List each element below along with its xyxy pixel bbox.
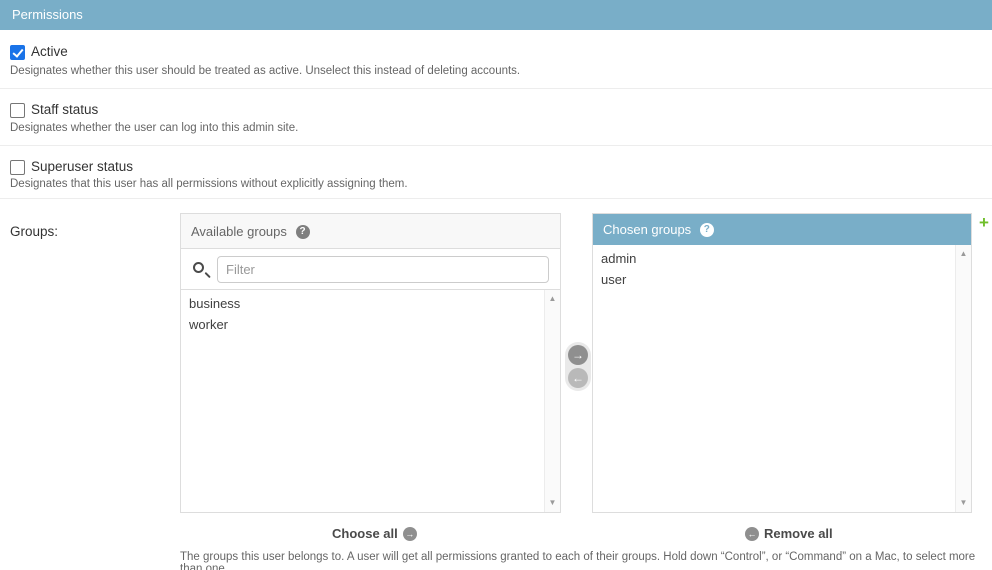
- available-groups-box: Available groups ? business worker ▲ ▼: [180, 213, 561, 513]
- available-groups-title: Available groups: [191, 224, 287, 239]
- filter-row: [181, 249, 560, 290]
- chosen-groups-box: Chosen groups ? admin user ▲ ▼: [592, 213, 972, 513]
- arrow-left-icon: ←: [572, 371, 584, 385]
- move-to-available-button[interactable]: ←: [568, 368, 588, 388]
- choose-all-button[interactable]: Choose all →: [332, 526, 417, 543]
- chosen-groups-list[interactable]: admin user ▲ ▼: [593, 245, 971, 512]
- chosen-groups-header: Chosen groups ?: [593, 214, 971, 245]
- list-item[interactable]: admin: [593, 245, 971, 269]
- filter-input[interactable]: [217, 256, 549, 283]
- staff-status-help-text: Designates whether the user can log into…: [10, 122, 298, 134]
- list-item[interactable]: business: [181, 290, 560, 314]
- add-group-icon[interactable]: +: [979, 214, 989, 231]
- remove-all-label: Remove all: [764, 526, 833, 541]
- groups-help-text: The groups this user belongs to. A user …: [180, 551, 992, 570]
- scroll-down-icon[interactable]: ▼: [545, 496, 560, 510]
- form-row-superuser-status: Superuser status Designates that this us…: [0, 146, 992, 199]
- form-row-staff-status: Staff status Designates whether the user…: [0, 89, 992, 146]
- arrow-right-icon: →: [572, 348, 584, 362]
- available-groups-header: Available groups ?: [181, 214, 560, 249]
- active-checkbox[interactable]: [10, 45, 25, 60]
- choose-all-arrow-icon: →: [403, 527, 417, 541]
- list-item[interactable]: worker: [181, 314, 560, 335]
- scroll-up-icon[interactable]: ▲: [545, 292, 560, 306]
- search-icon: [193, 262, 204, 273]
- selector-mover: → ←: [565, 342, 591, 391]
- remove-all-arrow-icon: ←: [745, 527, 759, 541]
- list-item[interactable]: user: [593, 269, 971, 290]
- active-label: Active: [31, 44, 68, 59]
- section-header: Permissions: [0, 0, 992, 30]
- superuser-status-help-text: Designates that this user has all permis…: [10, 178, 408, 190]
- available-groups-list[interactable]: business worker ▲ ▼: [181, 290, 560, 512]
- groups-field-label: Groups:: [10, 224, 58, 239]
- chosen-groups-help-icon[interactable]: ?: [700, 223, 714, 237]
- chosen-groups-title: Chosen groups: [603, 222, 691, 237]
- scroll-down-icon[interactable]: ▼: [956, 496, 971, 510]
- active-help-text: Designates whether this user should be t…: [10, 65, 520, 77]
- move-to-chosen-button[interactable]: →: [568, 345, 588, 365]
- choose-all-label: Choose all: [332, 526, 398, 541]
- superuser-status-label: Superuser status: [31, 159, 133, 174]
- superuser-status-checkbox[interactable]: [10, 160, 25, 175]
- form-row-active: Active Designates whether this user shou…: [0, 31, 992, 89]
- staff-status-label: Staff status: [31, 102, 98, 117]
- staff-status-checkbox[interactable]: [10, 103, 25, 118]
- available-groups-help-icon[interactable]: ?: [296, 225, 310, 239]
- available-scrollbar[interactable]: ▲ ▼: [544, 290, 560, 512]
- chosen-scrollbar[interactable]: ▲ ▼: [955, 245, 971, 512]
- remove-all-button[interactable]: ← Remove all: [745, 526, 833, 543]
- permissions-fieldset: Permissions Active Designates whether th…: [0, 0, 992, 570]
- scroll-up-icon[interactable]: ▲: [956, 247, 971, 261]
- section-title: Permissions: [12, 7, 83, 22]
